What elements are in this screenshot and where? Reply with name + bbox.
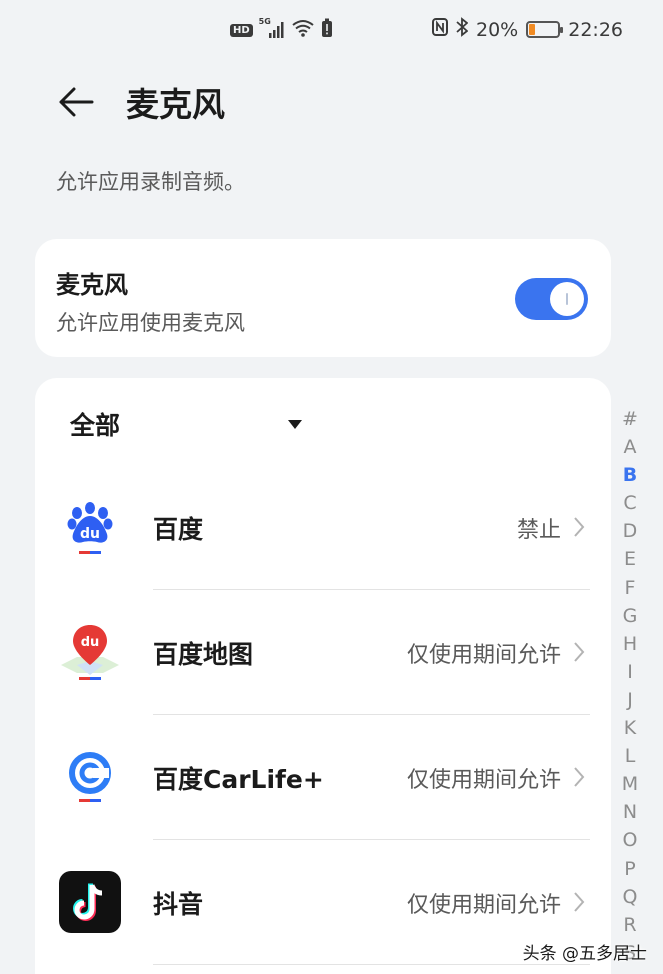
divider xyxy=(153,964,590,965)
back-button[interactable] xyxy=(56,78,96,126)
back-arrow-icon xyxy=(59,87,94,117)
status-icons: HD 5G xyxy=(230,17,333,42)
app-name: 抖音 xyxy=(153,890,204,919)
alpha-index-letter[interactable]: D xyxy=(623,517,638,545)
status-bar: HD 5G 20% 22:26 xyxy=(0,0,663,58)
alpha-index-letter[interactable]: E xyxy=(624,545,636,573)
alpha-index-letter[interactable]: R xyxy=(623,911,636,939)
svg-text:du: du xyxy=(80,526,100,542)
wifi-icon xyxy=(291,19,315,41)
app-permission-status: 仅使用期间允许 xyxy=(406,643,561,668)
alpha-index-letter[interactable]: N xyxy=(623,798,637,826)
alpha-index-letter[interactable]: # xyxy=(622,405,638,433)
alpha-index-letter[interactable]: I xyxy=(627,658,633,686)
battery-percent: 20% xyxy=(476,18,519,41)
cellular-signal-icon: 5G xyxy=(259,17,285,39)
battery-alert-icon xyxy=(321,18,333,42)
alpha-index-letter[interactable]: B xyxy=(623,461,637,489)
chevron-right-icon xyxy=(574,517,585,537)
baidu-app-icon: du xyxy=(59,496,121,558)
app-row-baidu-maps[interactable]: du 百度地图 仅使用期间允许 xyxy=(35,590,611,715)
app-name: 百度CarLife+ xyxy=(153,765,324,794)
baidu-maps-app-icon: du xyxy=(59,621,121,683)
master-switch-description: 允许应用使用麦克风 xyxy=(56,311,245,335)
app-row-carlife[interactable]: 百度CarLife+ 仅使用期间允许 xyxy=(35,715,611,840)
alpha-index-letter[interactable]: G xyxy=(623,602,638,630)
douyin-app-icon xyxy=(59,871,121,933)
alpha-index-letter[interactable]: K xyxy=(624,714,636,742)
app-permission-status: 仅使用期间允许 xyxy=(406,768,561,793)
app-name: 百度地图 xyxy=(153,640,254,669)
page-header: 麦克风 xyxy=(56,78,225,126)
alpha-index-letter[interactable]: Q xyxy=(623,883,638,911)
microphone-master-card: 麦克风 允许应用使用麦克风 xyxy=(35,239,611,357)
bluetooth-icon xyxy=(456,17,469,42)
svg-text:du: du xyxy=(81,635,100,650)
hd-badge: HD xyxy=(230,23,253,37)
filter-label: 全部 xyxy=(70,411,121,440)
app-permission-status: 仅使用期间允许 xyxy=(406,893,561,918)
app-list-card: 全部 du 百度 禁止 du 百度地图 仅使用期间允许 百度CarLife+ 仅… xyxy=(35,378,611,974)
master-switch-title: 麦克风 xyxy=(56,271,128,299)
toggle-knob xyxy=(550,282,584,316)
carlife-app-icon xyxy=(59,746,121,808)
alpha-index-letter[interactable]: F xyxy=(625,574,636,602)
alpha-index-letter[interactable]: L xyxy=(625,742,636,770)
chevron-right-icon xyxy=(574,642,585,662)
status-right: 20% 22:26 xyxy=(432,17,623,42)
app-name: 百度 xyxy=(153,515,204,544)
app-row-baidu[interactable]: du 百度 禁止 xyxy=(35,465,611,590)
alpha-index-letter[interactable]: C xyxy=(623,489,636,517)
watermark: 头条 @五多居士 xyxy=(522,944,647,964)
filter-dropdown[interactable]: 全部 xyxy=(70,406,310,442)
alpha-index-letter[interactable]: P xyxy=(624,855,635,883)
clock: 22:26 xyxy=(568,18,623,41)
alpha-index-letter[interactable]: A xyxy=(624,433,637,461)
alpha-index-letter[interactable]: O xyxy=(623,826,638,854)
alpha-index-letter[interactable]: H xyxy=(623,630,637,658)
page-description: 允许应用录制音频。 xyxy=(56,170,245,194)
microphone-toggle[interactable] xyxy=(515,278,588,320)
app-permission-status: 禁止 xyxy=(516,518,561,543)
alpha-index-letter[interactable]: M xyxy=(622,770,638,798)
nfc-icon xyxy=(432,18,448,41)
page-title: 麦克风 xyxy=(126,85,225,124)
dropdown-arrow-icon xyxy=(288,420,302,429)
chevron-right-icon xyxy=(574,767,585,787)
alpha-index-letter[interactable]: J xyxy=(627,686,633,714)
battery-icon xyxy=(526,21,564,38)
chevron-right-icon xyxy=(574,892,585,912)
alphabet-index[interactable]: # A B C D E F G H I J K L M N O P Q R S xyxy=(621,405,639,967)
